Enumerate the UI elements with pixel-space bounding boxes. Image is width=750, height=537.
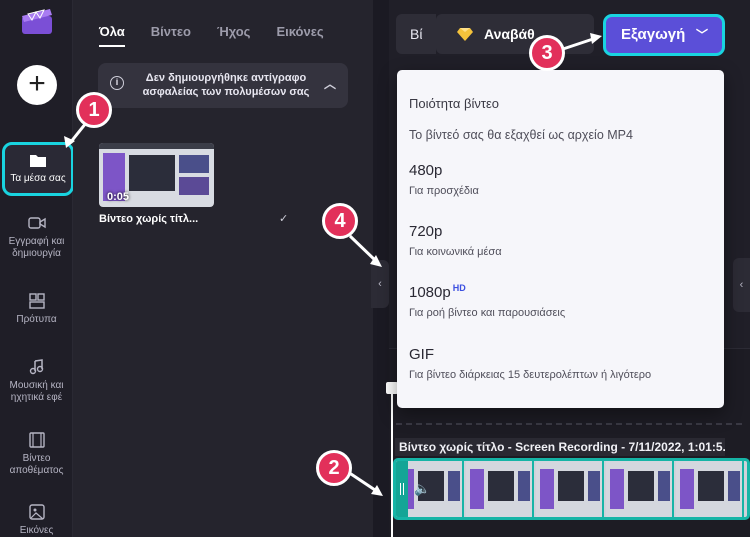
callout-badge-3: 3 — [529, 35, 565, 71]
sidebar-item-your-media[interactable]: Τα μέσα σας — [2, 142, 74, 196]
export-label: Εξαγωγή — [621, 26, 686, 43]
info-icon: i — [110, 76, 124, 90]
option-name: 1080p — [409, 284, 451, 301]
menu-subtitle: Το βίντεό σας θα εξαχθεί ως αρχείο MP4 — [409, 128, 633, 142]
menu-item-720p[interactable]: 720p Για κοινωνικά μέσα — [409, 223, 709, 258]
clip-trim-handle[interactable] — [396, 461, 408, 517]
camera-icon — [27, 217, 46, 229]
collapse-panel-handle[interactable]: ‹ — [371, 260, 389, 308]
sidebar-item-label: Πρότυπα — [16, 314, 57, 325]
clip-title: Βίντεο χωρίς τίτλο - Screen Recording - … — [395, 438, 725, 456]
menu-item-480p[interactable]: 480p Για προσχέδια — [409, 162, 709, 197]
music-note-icon — [29, 359, 43, 375]
sidebar-item-label: Τα μέσα σας — [10, 173, 66, 184]
playhead[interactable] — [391, 386, 393, 537]
sidebar-item-label: Εγγραφή και δημιουργία — [8, 236, 65, 259]
option-name: 480p — [409, 162, 443, 179]
export-button[interactable]: Εξαγωγή ﹀ — [603, 14, 725, 56]
callout-badge-2: 2 — [316, 450, 352, 486]
sidebar-item-templates[interactable]: Πρότυπα — [0, 292, 73, 326]
sidebar-item-label: Μουσική και ηχητικά εφέ — [9, 380, 64, 403]
clipchamp-logo — [22, 9, 52, 34]
project-name-field[interactable]: Βί — [396, 14, 436, 54]
folder-icon — [30, 155, 46, 167]
backup-notice-text: Δεν δημιουργήθηκε αντίγραφο ασφαλείας τω… — [142, 72, 310, 98]
export-quality-menu: Ποιότητα βίντεο Το βίντεό σας θα εξαχθεί… — [397, 70, 724, 408]
menu-title: Ποιότητα βίντεο — [409, 96, 500, 111]
option-description: Για ροή βίντεο και παρουσιάσεις — [409, 307, 566, 319]
media-tabs: Όλα Βίντεο Ήχος Εικόνες — [99, 24, 324, 47]
diamond-icon — [457, 28, 473, 41]
option-name: 720p — [409, 223, 443, 240]
timeline-clip[interactable]: 🔈 — [393, 458, 750, 520]
option-description: Για βίντεο διάρκειας 15 δευτερολέπτων ή … — [409, 369, 652, 381]
upgrade-label: Αναβάθ — [484, 26, 535, 42]
option-description: Για κοινωνικά μέσα — [409, 246, 502, 258]
tab-video[interactable]: Βίντεο — [151, 24, 191, 47]
sidebar-item-record-create[interactable]: Εγγραφή και δημιουργία — [0, 214, 73, 260]
menu-item-gif[interactable]: GIF Για βίντεο διάρκειας 15 δευτερολέπτω… — [409, 346, 709, 381]
left-rail: + Τα μέσα σας Εγγραφή και δημιουργία Πρό… — [0, 0, 74, 537]
thumbnail-title: Βίντεο χωρίς τίτλ... — [99, 213, 199, 225]
backup-notice[interactable]: i Δεν δημιουργήθηκε αντίγραφο ασφαλείας … — [98, 63, 348, 108]
upgrade-button[interactable]: Αναβάθ — [436, 14, 594, 54]
callout-badge-1: 1 — [76, 92, 112, 128]
tab-images[interactable]: Εικόνες — [276, 24, 323, 47]
empty-track-placeholder — [396, 423, 742, 425]
tab-all[interactable]: Όλα — [99, 24, 125, 47]
expand-right-panel-handle[interactable]: ‹ — [733, 258, 750, 312]
callout-badge-4: 4 — [322, 203, 358, 239]
sidebar-item-label: Βίντεο αποθέματος — [9, 453, 64, 476]
templates-icon — [28, 293, 45, 309]
thumbnail-duration: 0:05 — [107, 191, 130, 203]
option-description: Για προσχέδια — [409, 185, 479, 197]
sidebar-item-stock-video[interactable]: Βίντεο αποθέματος — [0, 431, 73, 477]
chevron-up-icon[interactable]: ︿ — [324, 77, 336, 91]
film-icon — [28, 432, 45, 448]
create-new-button[interactable]: + — [17, 65, 57, 105]
chevron-down-icon: ﹀ — [695, 28, 708, 42]
sidebar-item-music[interactable]: Μουσική και ηχητικά εφέ — [0, 358, 73, 404]
menu-item-1080p[interactable]: 1080p HD Για ροή βίντεο και παρουσιάσεις — [409, 283, 709, 319]
checkmark-icon: ✓ — [279, 213, 289, 225]
option-name: GIF — [409, 346, 434, 363]
sidebar-item-images[interactable]: Εικόνες — [0, 503, 73, 537]
media-thumbnail[interactable]: 0:05 — [99, 143, 214, 207]
image-icon — [28, 504, 45, 520]
speaker-icon[interactable]: 🔈 — [414, 481, 434, 497]
hd-badge: HD — [452, 283, 466, 293]
tab-audio[interactable]: Ήχος — [217, 24, 251, 47]
sidebar-item-label: Εικόνες — [19, 525, 54, 536]
